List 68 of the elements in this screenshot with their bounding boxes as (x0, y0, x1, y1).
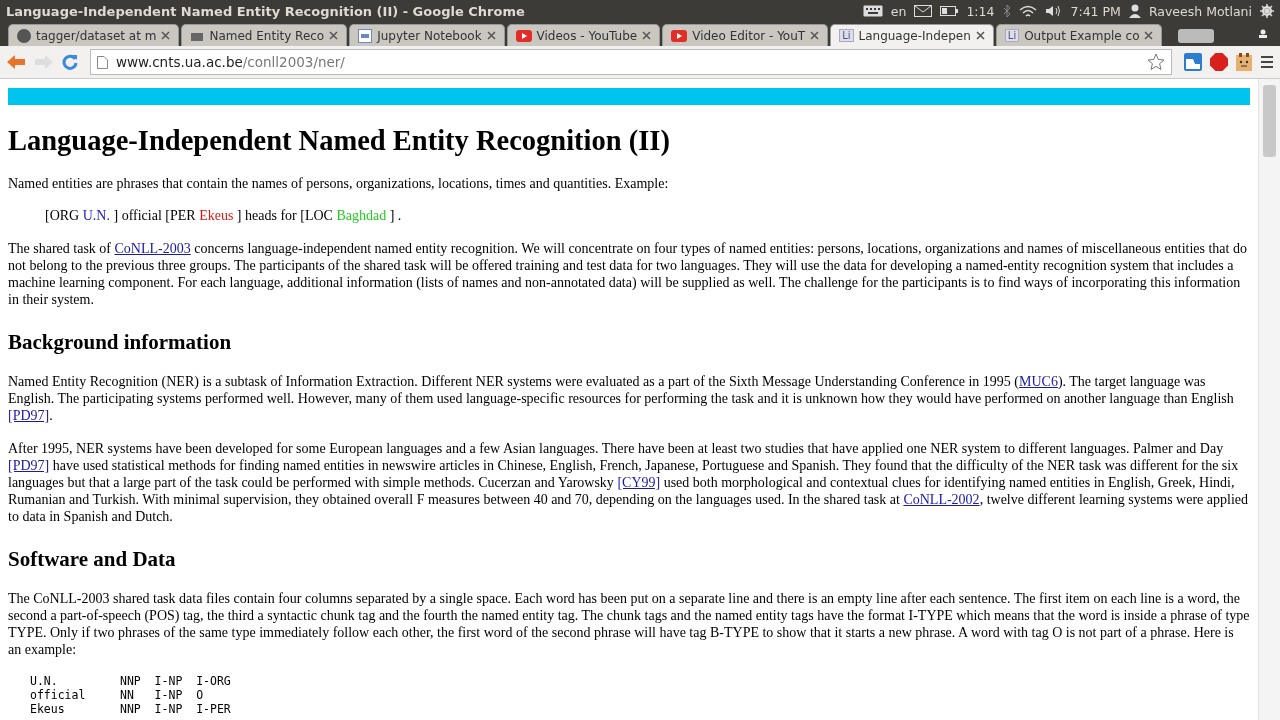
code-line: official NN I-NP O (30, 688, 204, 702)
link[interactable]: [PD97] (8, 408, 50, 423)
play-icon (515, 29, 532, 42)
browser-tab[interactable]: Videos - YouTube (506, 24, 661, 46)
link[interactable]: [PD97] (8, 458, 50, 473)
back-icon[interactable] (6, 54, 26, 70)
star-icon[interactable] (1147, 53, 1165, 71)
paragraph: The CoNLL-2003 shared task data files contain four columns separated by a single space. Each word has been put on a separate line and there is an empty line after each sentence. The first item on each line is a word, the second a part-of-speech (POS) tag, the third a syntactic chunk tag and the fourth the named entity tag. The chunk tags and the named entity tags have the format I-TYPE which means that the word is inside a phrase of type TYPE. Only if two phrases of the same type immediately follow each other, the first word of the second phrase will have tag B-TYPE to show that it starts a new phrase. A word with tag O is not part of a phrase. Here is an example: (8, 590, 1250, 658)
menu-icon[interactable] (1260, 55, 1274, 69)
clock[interactable]: 7:41 PM (1070, 3, 1121, 19)
window-title: Language-Independent Named Entity Recognition (II) - Google Chrome (6, 3, 525, 19)
site-icon: Li (839, 29, 854, 42)
tab-title[interactable]: tagger/dataset at m (36, 28, 157, 43)
speaker-icon[interactable] (1044, 4, 1063, 18)
stop-sign-icon[interactable] (1210, 53, 1228, 71)
code-line: Ekeus NNP I-NP I-PER (30, 702, 231, 716)
scrollbar-thumb[interactable] (1263, 85, 1276, 157)
tab-title[interactable]: Jupyter Notebook (377, 28, 482, 43)
wifi-icon[interactable] (1018, 4, 1037, 18)
section-heading: Background information (8, 330, 233, 355)
face-icon[interactable] (1236, 53, 1252, 71)
window-icon[interactable] (1184, 53, 1202, 71)
tab-title[interactable]: Language-Indepen (858, 28, 971, 43)
link[interactable]: [CY99] (617, 475, 661, 490)
example-sentence: [ORG U.N. ] official [PER Ekeus ] heads for [LOC Baghdad ] . (45, 208, 403, 224)
browser-tab[interactable]: Named Entity Reco (181, 24, 348, 46)
address-bar[interactable]: www.cnts.ua.ac.be/conll2003/ner/ (90, 49, 1172, 75)
close-icon[interactable] (329, 31, 339, 40)
reload-icon[interactable] (62, 54, 78, 70)
play-icon (671, 29, 688, 42)
power-icon[interactable] (1260, 4, 1274, 18)
tab-title[interactable]: Video Editor - YouT (692, 28, 806, 43)
link[interactable]: MUC6 (1019, 374, 1058, 389)
user-name[interactable]: Raveesh Motlani (1148, 3, 1252, 19)
tab-title[interactable]: Videos - YouTube (536, 28, 638, 43)
link[interactable]: CoNLL-2002 (903, 492, 980, 507)
tab-title[interactable]: Output Example co (1024, 28, 1140, 43)
paragraph: After 1995, NER systems have been developed for some European languages and a few Asian languages. There have been at least two studies that have applied one NER system to different languages. Palmer and Day [PD97] have used statistical methods for finding named entities in newswire articles in Chinese, English, French, Japanese, Portuguese and Spanish. They found that the difficulty of the NER task was different for the six languages but that a large part of the task could be performed with simple methods. Cucerzan and Yarowsky [CY99] used both morphological and contextual clues for identifying named entities in English, Greek, Hindi, Rumanian and Turkish. With minimal supervision, they obtained overall F measures between 40 and 70, depending on the languages used. In the shared task at CoNLL-2002, twelve different learning systems were applied to data in Spanish and Dutch. (8, 440, 1249, 525)
close-icon[interactable] (810, 31, 820, 40)
new-tab-button[interactable] (1178, 29, 1215, 43)
close-icon[interactable] (161, 31, 171, 40)
battery-icon[interactable] (940, 6, 959, 16)
tab-title[interactable]: Named Entity Reco (209, 28, 325, 43)
battery-time: 1:14 (966, 3, 995, 19)
browser-tab[interactable]: Li Language-Indepen (830, 24, 994, 46)
page-icon (97, 55, 108, 69)
paragraph: Named entities are phrases that contain the names of persons, organizations, locations, times and quantities. Example: (8, 175, 670, 192)
user-icon[interactable] (1128, 4, 1141, 18)
browser-tab[interactable]: Jupyter Notebook (349, 24, 505, 46)
keyboard-icon[interactable] (862, 5, 883, 17)
browser-tab[interactable]: Li Output Example co (995, 24, 1163, 46)
bluetooth-icon[interactable] (1002, 4, 1011, 18)
browser-tab[interactable]: Video Editor - YouT (662, 24, 829, 46)
section-heading: Software and Data (8, 547, 177, 572)
close-icon[interactable] (1144, 31, 1154, 40)
paragraph: The shared task of CoNLL-2003 concerns language-independent named entity recognition. We will concentrate on four types of named entities: persons, locations, organizations and names of miscellaneous entities that do not belong to the previous three groups. The participants of the shared task will be offered training and test data for two languages. They will use the data for developing a named-entity recognition system that includes a machine learning component. For each language, additional information (lists of names and non-annotated data) will be supplied as well. The challenge for the participants is to find ways of incorporating this information in their system. (8, 240, 1248, 308)
site-icon: Li (1004, 29, 1020, 42)
notebook-icon (358, 28, 373, 43)
close-icon[interactable] (975, 31, 985, 40)
mail-icon[interactable] (914, 5, 933, 17)
page-title: Language-Independent Named Entity Recognition (II) (8, 125, 671, 157)
link[interactable]: CoNLL-2003 (114, 241, 191, 256)
keyboard-layout[interactable]: en (890, 3, 907, 19)
close-icon[interactable] (642, 31, 652, 40)
close-icon[interactable] (486, 31, 496, 40)
paragraph: Named Entity Recognition (NER) is a subtask of Information Extraction. Different NER systems were evaluated as a part of the Sixth Message Understanding Conference in 1995 (MUC6). The target language was English. The participating systems performed well. However, many of them used language-specific resources for performing the task and it is unknown how they would have performed on another language than English [PD97]. (8, 373, 1235, 424)
browser-tab[interactable]: tagger/dataset at m (8, 24, 180, 46)
code-line: U.N. NNP I-NP I-ORG (30, 674, 231, 688)
